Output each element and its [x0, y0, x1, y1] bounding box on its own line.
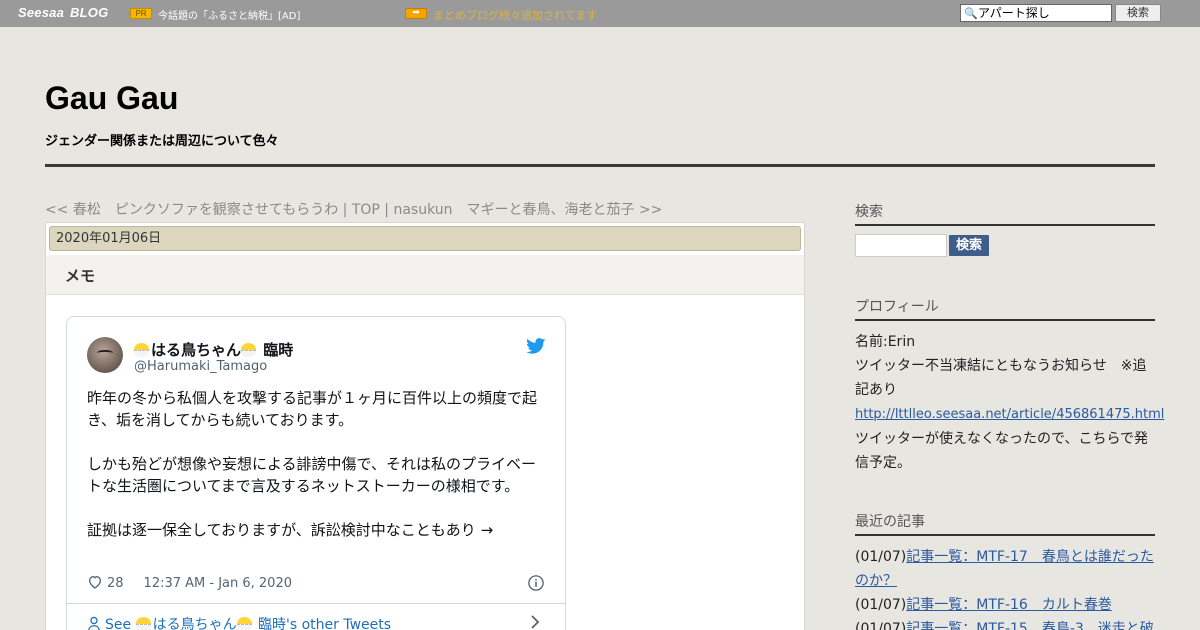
- article: 2020年01月06日 メモ はる鳥ちゃん 臨時 @Harumaki_Tamag…: [45, 222, 805, 630]
- header-divider: [45, 164, 1155, 167]
- search-icon: 🔍: [964, 7, 978, 20]
- sidebar-profile-heading: プロフィール: [855, 296, 1155, 321]
- top-search-value: アパート探し: [978, 6, 1050, 20]
- arrow-right-icon: ➡: [405, 8, 427, 19]
- logo-seesaa-text: Seesaa: [18, 5, 65, 20]
- site-description: ジェンダー関係または周辺について色々: [45, 134, 279, 149]
- list-item: (01/07)記事一覧：MTF-16 カルト春巻: [855, 593, 1155, 617]
- recent-date: (01/07): [855, 549, 907, 565]
- tweet-paragraph: 昨年の冬から私個人を攻撃する記事が１ヶ月に百件以上の頻度で起き、垢を消してからも…: [87, 389, 538, 429]
- info-icon[interactable]: [527, 574, 545, 592]
- see-other-tweets-link[interactable]: See はる鳥ちゃん 臨時's other Tweets: [87, 614, 391, 630]
- site-title[interactable]: Gau Gau: [45, 80, 178, 117]
- pr-ad-link[interactable]: 今話題の「ふるさと納税」[AD]: [158, 7, 300, 22]
- tweet-author-handle[interactable]: @Harumaki_Tamago: [134, 359, 267, 374]
- person-icon: [88, 616, 100, 630]
- sidebar-recent-list: (01/07)記事一覧：MTF-17 春鳥とは誰だったのか？ (01/07)記事…: [855, 545, 1155, 630]
- tweet-author-name-part1: はる鳥ちゃん: [151, 341, 242, 359]
- article-title-bar: メモ: [46, 255, 804, 295]
- top-search-input[interactable]: 🔍アパート探し: [960, 4, 1112, 22]
- recent-date: (01/07): [855, 621, 907, 630]
- tweet-paragraph: しかも殆どが想像や妄想による誹謗中傷で、それは私のプライベートな生活圏についてま…: [87, 455, 536, 495]
- chick-emoji-icon: [236, 617, 252, 630]
- recent-article-link[interactable]: 記事一覧：MTF-15 春鳥-3 迷走と破: [906, 621, 1154, 630]
- chick-emoji-icon: [241, 343, 257, 357]
- list-item: (01/07)記事一覧：MTF-17 春鳥とは誰だったのか？: [855, 545, 1155, 593]
- profile-after: ツイッターが使えなくなったので、こちらで発信予定。: [855, 431, 1149, 471]
- tweet-text: 昨年の冬から私個人を攻撃する記事が１ヶ月に百件以上の頻度で起き、垢を消してからも…: [87, 387, 547, 563]
- list-item: (01/07)記事一覧：MTF-15 春鳥-3 迷走と破: [855, 617, 1155, 630]
- top-search-button[interactable]: 検索: [1115, 4, 1161, 22]
- sidebar-profile: 名前:Erin ツイッター不当凍結にともなうお知らせ ※追記あり http://…: [855, 330, 1164, 475]
- profile-notice-link[interactable]: http://lttlleo.seesaa.net/article/456861…: [855, 407, 1164, 422]
- see-suffix: 臨時's other Tweets: [253, 617, 392, 630]
- see-name: はる鳥ちゃん: [152, 617, 237, 630]
- twitter-bird-icon[interactable]: [526, 338, 546, 354]
- logo-blog-text: BLOG: [70, 5, 109, 20]
- tweet-author-name-part2: 臨時: [258, 341, 294, 359]
- like-count[interactable]: 28: [107, 576, 124, 591]
- top-bar: Seesaa BLOG PR 今話題の「ふるさと納税」[AD] ➡ まとめブログ続…: [0, 0, 1200, 27]
- see-prefix: See: [105, 617, 136, 630]
- sidebar-search-heading: 検索: [855, 201, 1155, 226]
- tweet-meta: 28 12:37 AM - Jan 6, 2020: [87, 574, 292, 591]
- tweet-paragraph: 証拠は逐一保全しておりますが、訴訟検討中なこともあり →: [87, 521, 494, 539]
- heart-icon[interactable]: [87, 574, 103, 590]
- chick-emoji-icon: [134, 343, 149, 357]
- recent-article-link[interactable]: 記事一覧：MTF-16 カルト春巻: [906, 597, 1112, 613]
- profile-notice: ツイッター不当凍結にともなうお知らせ ※追記あり: [855, 358, 1147, 398]
- chick-emoji-icon: [135, 617, 151, 630]
- article-navigation[interactable]: << 春松 ピンクソファを観察させてもらうわ | TOP | nasukun マ…: [45, 199, 662, 219]
- pr-badge: PR: [130, 8, 152, 19]
- article-title[interactable]: メモ: [65, 265, 95, 286]
- notice-link[interactable]: まとめブログ続々追加されてます: [433, 7, 597, 23]
- embedded-tweet[interactable]: はる鳥ちゃん 臨時 @Harumaki_Tamago 昨年の冬から私個人を攻撃す…: [66, 316, 566, 630]
- tweet-author-name[interactable]: はる鳥ちゃん 臨時: [134, 339, 293, 360]
- sidebar-search-button[interactable]: 検索: [949, 235, 989, 256]
- recent-date: (01/07): [855, 597, 907, 613]
- sidebar-search-input[interactable]: [855, 234, 947, 257]
- article-date: 2020年01月06日: [49, 226, 801, 251]
- avatar[interactable]: [87, 337, 123, 373]
- sidebar-recent-heading: 最近の記事: [855, 511, 1155, 536]
- profile-name: 名前:Erin: [855, 334, 916, 350]
- tweet-divider: [67, 603, 565, 604]
- chevron-right-icon[interactable]: [529, 615, 541, 629]
- tweet-timestamp[interactable]: 12:37 AM - Jan 6, 2020: [144, 576, 292, 591]
- seesaa-blog-logo[interactable]: Seesaa BLOG: [18, 5, 108, 20]
